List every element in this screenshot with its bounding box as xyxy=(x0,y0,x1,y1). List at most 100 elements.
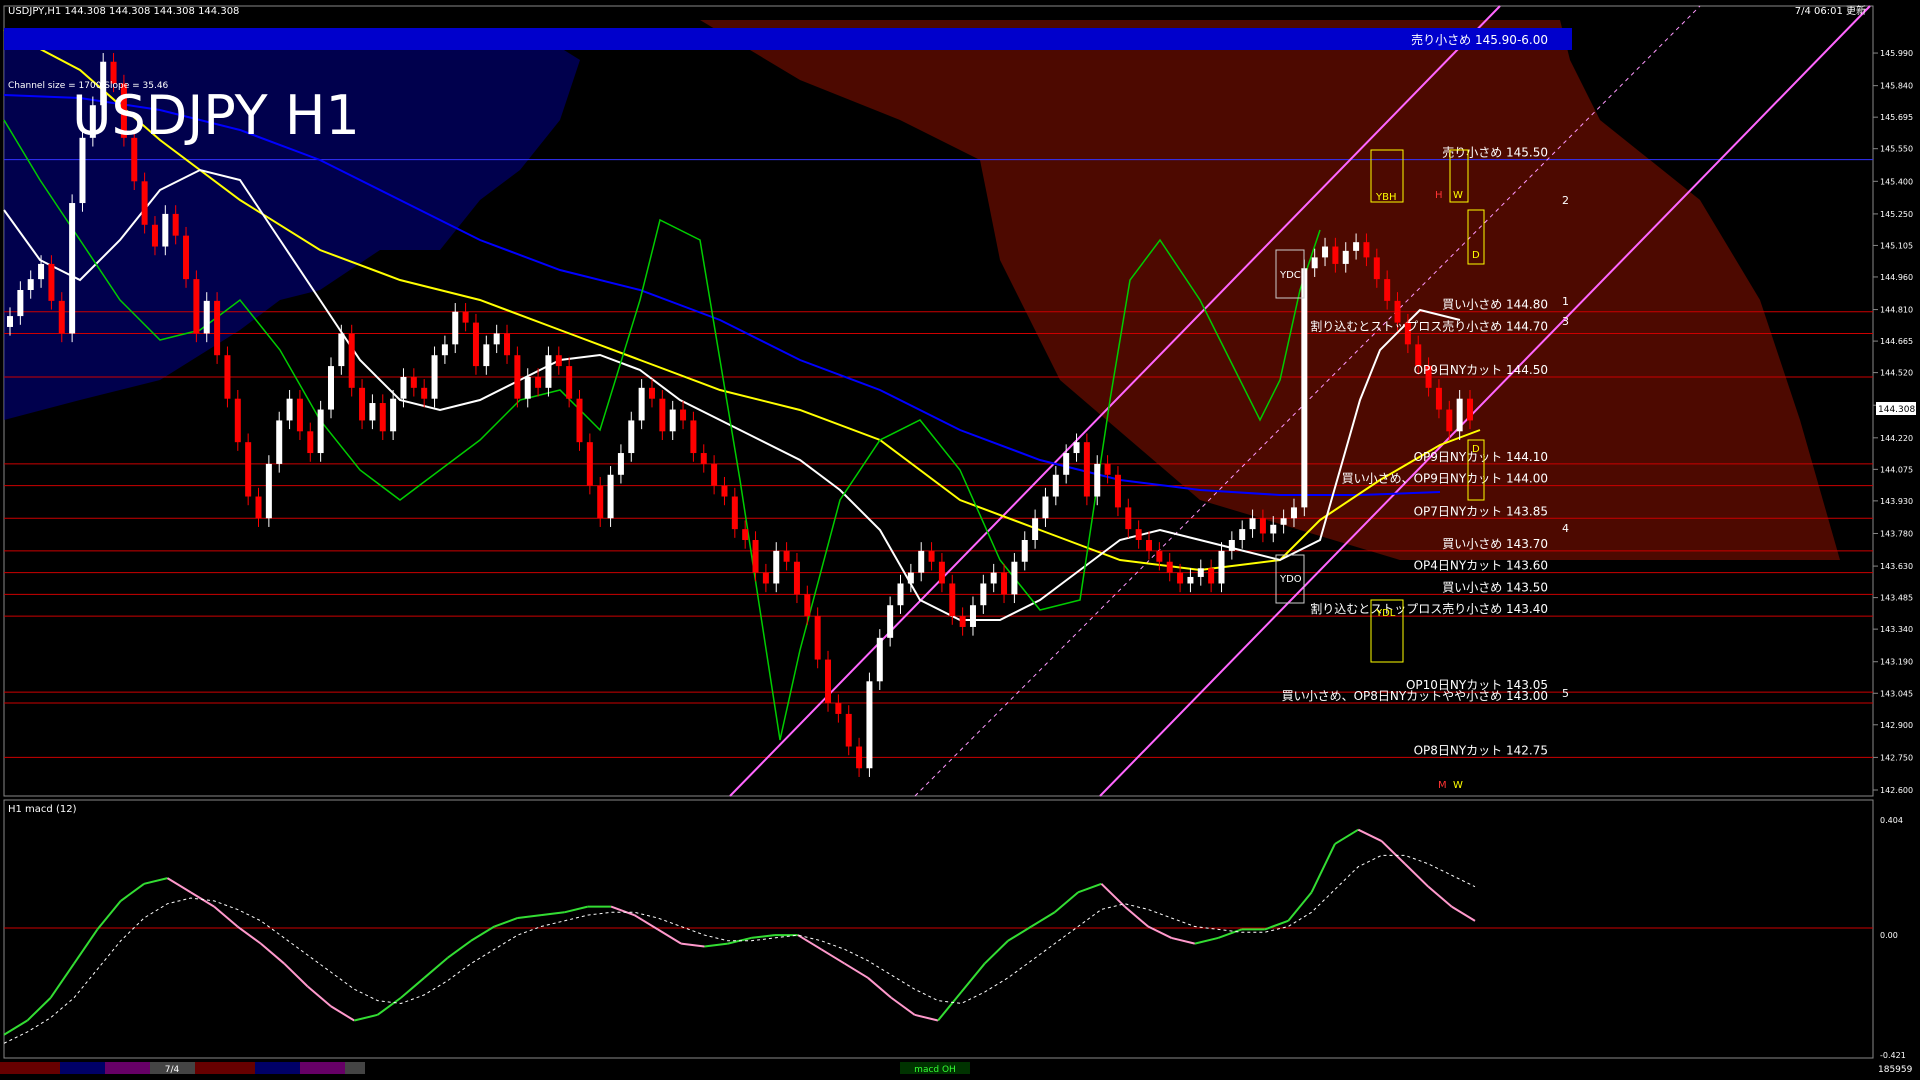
candle-body xyxy=(1363,242,1370,258)
candle-body xyxy=(938,561,945,584)
candle-body xyxy=(617,453,624,475)
candle-body xyxy=(1166,561,1173,573)
candle-body xyxy=(48,263,55,301)
price-axis-label: 142.600 xyxy=(1880,786,1913,795)
channel-number-3: 3 xyxy=(1562,315,1569,328)
candle-body xyxy=(348,333,355,388)
candle-body xyxy=(1446,409,1453,432)
candle-body xyxy=(690,420,697,454)
candle-body xyxy=(1259,518,1266,534)
candle-body xyxy=(27,279,34,290)
candle-body xyxy=(949,583,956,617)
price-axis-label: 145.840 xyxy=(1880,82,1913,91)
price-axis-label: 143.190 xyxy=(1880,658,1913,667)
candle-body xyxy=(835,703,842,714)
candle-body xyxy=(255,496,262,519)
candle-body xyxy=(648,387,655,399)
m-label: M xyxy=(1438,780,1447,791)
candle-body xyxy=(1228,540,1235,551)
candle-body xyxy=(1239,529,1246,540)
candle-body xyxy=(762,572,769,584)
candle-body xyxy=(555,355,562,367)
time-tab-7[interactable] xyxy=(345,1062,365,1074)
candle-body xyxy=(1373,257,1380,280)
price-axis-label: 143.340 xyxy=(1880,625,1913,634)
level-label: 買い小さめ 143.70 xyxy=(1442,537,1548,551)
d-label-upper: D xyxy=(1472,250,1480,261)
candle-body xyxy=(421,387,428,399)
time-tab-1[interactable] xyxy=(60,1062,105,1074)
candle-body xyxy=(1001,572,1008,595)
candle-body xyxy=(1114,474,1121,508)
candle-body xyxy=(1021,540,1028,562)
level-label: OP7日NYカット 143.85 xyxy=(1414,504,1548,518)
channel-number-5: 5 xyxy=(1562,687,1569,700)
candle-body xyxy=(1353,242,1360,251)
candle-body xyxy=(721,485,728,497)
candle-body xyxy=(887,605,894,638)
candle-body xyxy=(1011,561,1018,595)
candle-body xyxy=(141,181,148,225)
candle-body xyxy=(907,572,914,584)
candle-body xyxy=(69,203,76,334)
candle-body xyxy=(845,713,852,747)
candle-body xyxy=(969,605,976,627)
w-label-bottom: W xyxy=(1453,780,1463,791)
candle-body xyxy=(742,529,749,540)
level-label: OP9日NYカット 144.10 xyxy=(1414,450,1548,464)
time-tab-5[interactable] xyxy=(255,1062,300,1074)
price-axis-label: 143.930 xyxy=(1880,497,1913,506)
time-tab-4[interactable] xyxy=(195,1062,255,1074)
level-label: 買い小さめ、OP8日NYカットやや小さめ 143.00 xyxy=(1282,689,1548,703)
candle-body xyxy=(162,213,169,247)
candle-body xyxy=(638,387,645,421)
price-axis-label: 143.485 xyxy=(1880,594,1913,603)
candle-body xyxy=(1218,550,1225,584)
time-tab-strip[interactable]: 7/4 xyxy=(0,1062,365,1075)
candle-body xyxy=(38,263,45,280)
candle-body xyxy=(1135,529,1142,540)
time-info: 7/4 06:01 更新 xyxy=(1795,4,1866,17)
candle-body xyxy=(628,420,635,454)
level-label: 売り小さめ 145.50 xyxy=(1442,145,1548,160)
candle-body xyxy=(462,311,469,323)
ydl-label: YDL xyxy=(1375,608,1396,619)
time-tab-0[interactable] xyxy=(0,1062,60,1074)
candle-body xyxy=(58,300,65,334)
candle-body xyxy=(183,235,190,280)
candle-body xyxy=(390,398,397,432)
candle-body xyxy=(338,333,345,367)
candle-body xyxy=(203,300,210,334)
sell-band-label: 売り小さめ 145.90-6.00 xyxy=(1411,32,1548,47)
candle-body xyxy=(296,398,303,432)
macd-title: H1 macd (12) xyxy=(8,804,77,815)
macd-axis-label: -0.421 xyxy=(1880,1051,1906,1060)
candle-body xyxy=(990,572,997,584)
candle-body xyxy=(1032,518,1039,540)
channel-number-1: 1 xyxy=(1562,295,1569,308)
level-label: 買い小さめ 143.50 xyxy=(1442,580,1548,594)
candle-body xyxy=(783,550,790,562)
candle-body xyxy=(1177,572,1184,584)
price-axis-label: 143.045 xyxy=(1880,689,1913,698)
candle-body xyxy=(918,550,925,573)
symbol-info: USDJPY,H1 144.308 144.308 144.308 144.30… xyxy=(8,6,239,17)
level-label: OP4日NYカット 143.60 xyxy=(1414,559,1548,573)
candle-body xyxy=(607,474,614,519)
candle-body xyxy=(214,300,221,356)
candle-body xyxy=(79,137,86,204)
d-label-lower: D xyxy=(1472,444,1480,455)
candle-body xyxy=(172,213,179,236)
candle-body xyxy=(711,463,718,486)
candle-body xyxy=(928,550,935,562)
candle-body xyxy=(276,420,283,464)
time-tab-6[interactable] xyxy=(300,1062,345,1074)
ydo-label: YDO xyxy=(1279,574,1302,585)
candle-body xyxy=(876,637,883,682)
candle-body xyxy=(793,561,800,595)
time-tab-2[interactable] xyxy=(105,1062,150,1074)
ydc-label: YDC xyxy=(1279,270,1301,281)
candle-body xyxy=(441,344,448,356)
price-axis-label: 143.630 xyxy=(1880,562,1913,571)
candle-body xyxy=(400,376,407,399)
